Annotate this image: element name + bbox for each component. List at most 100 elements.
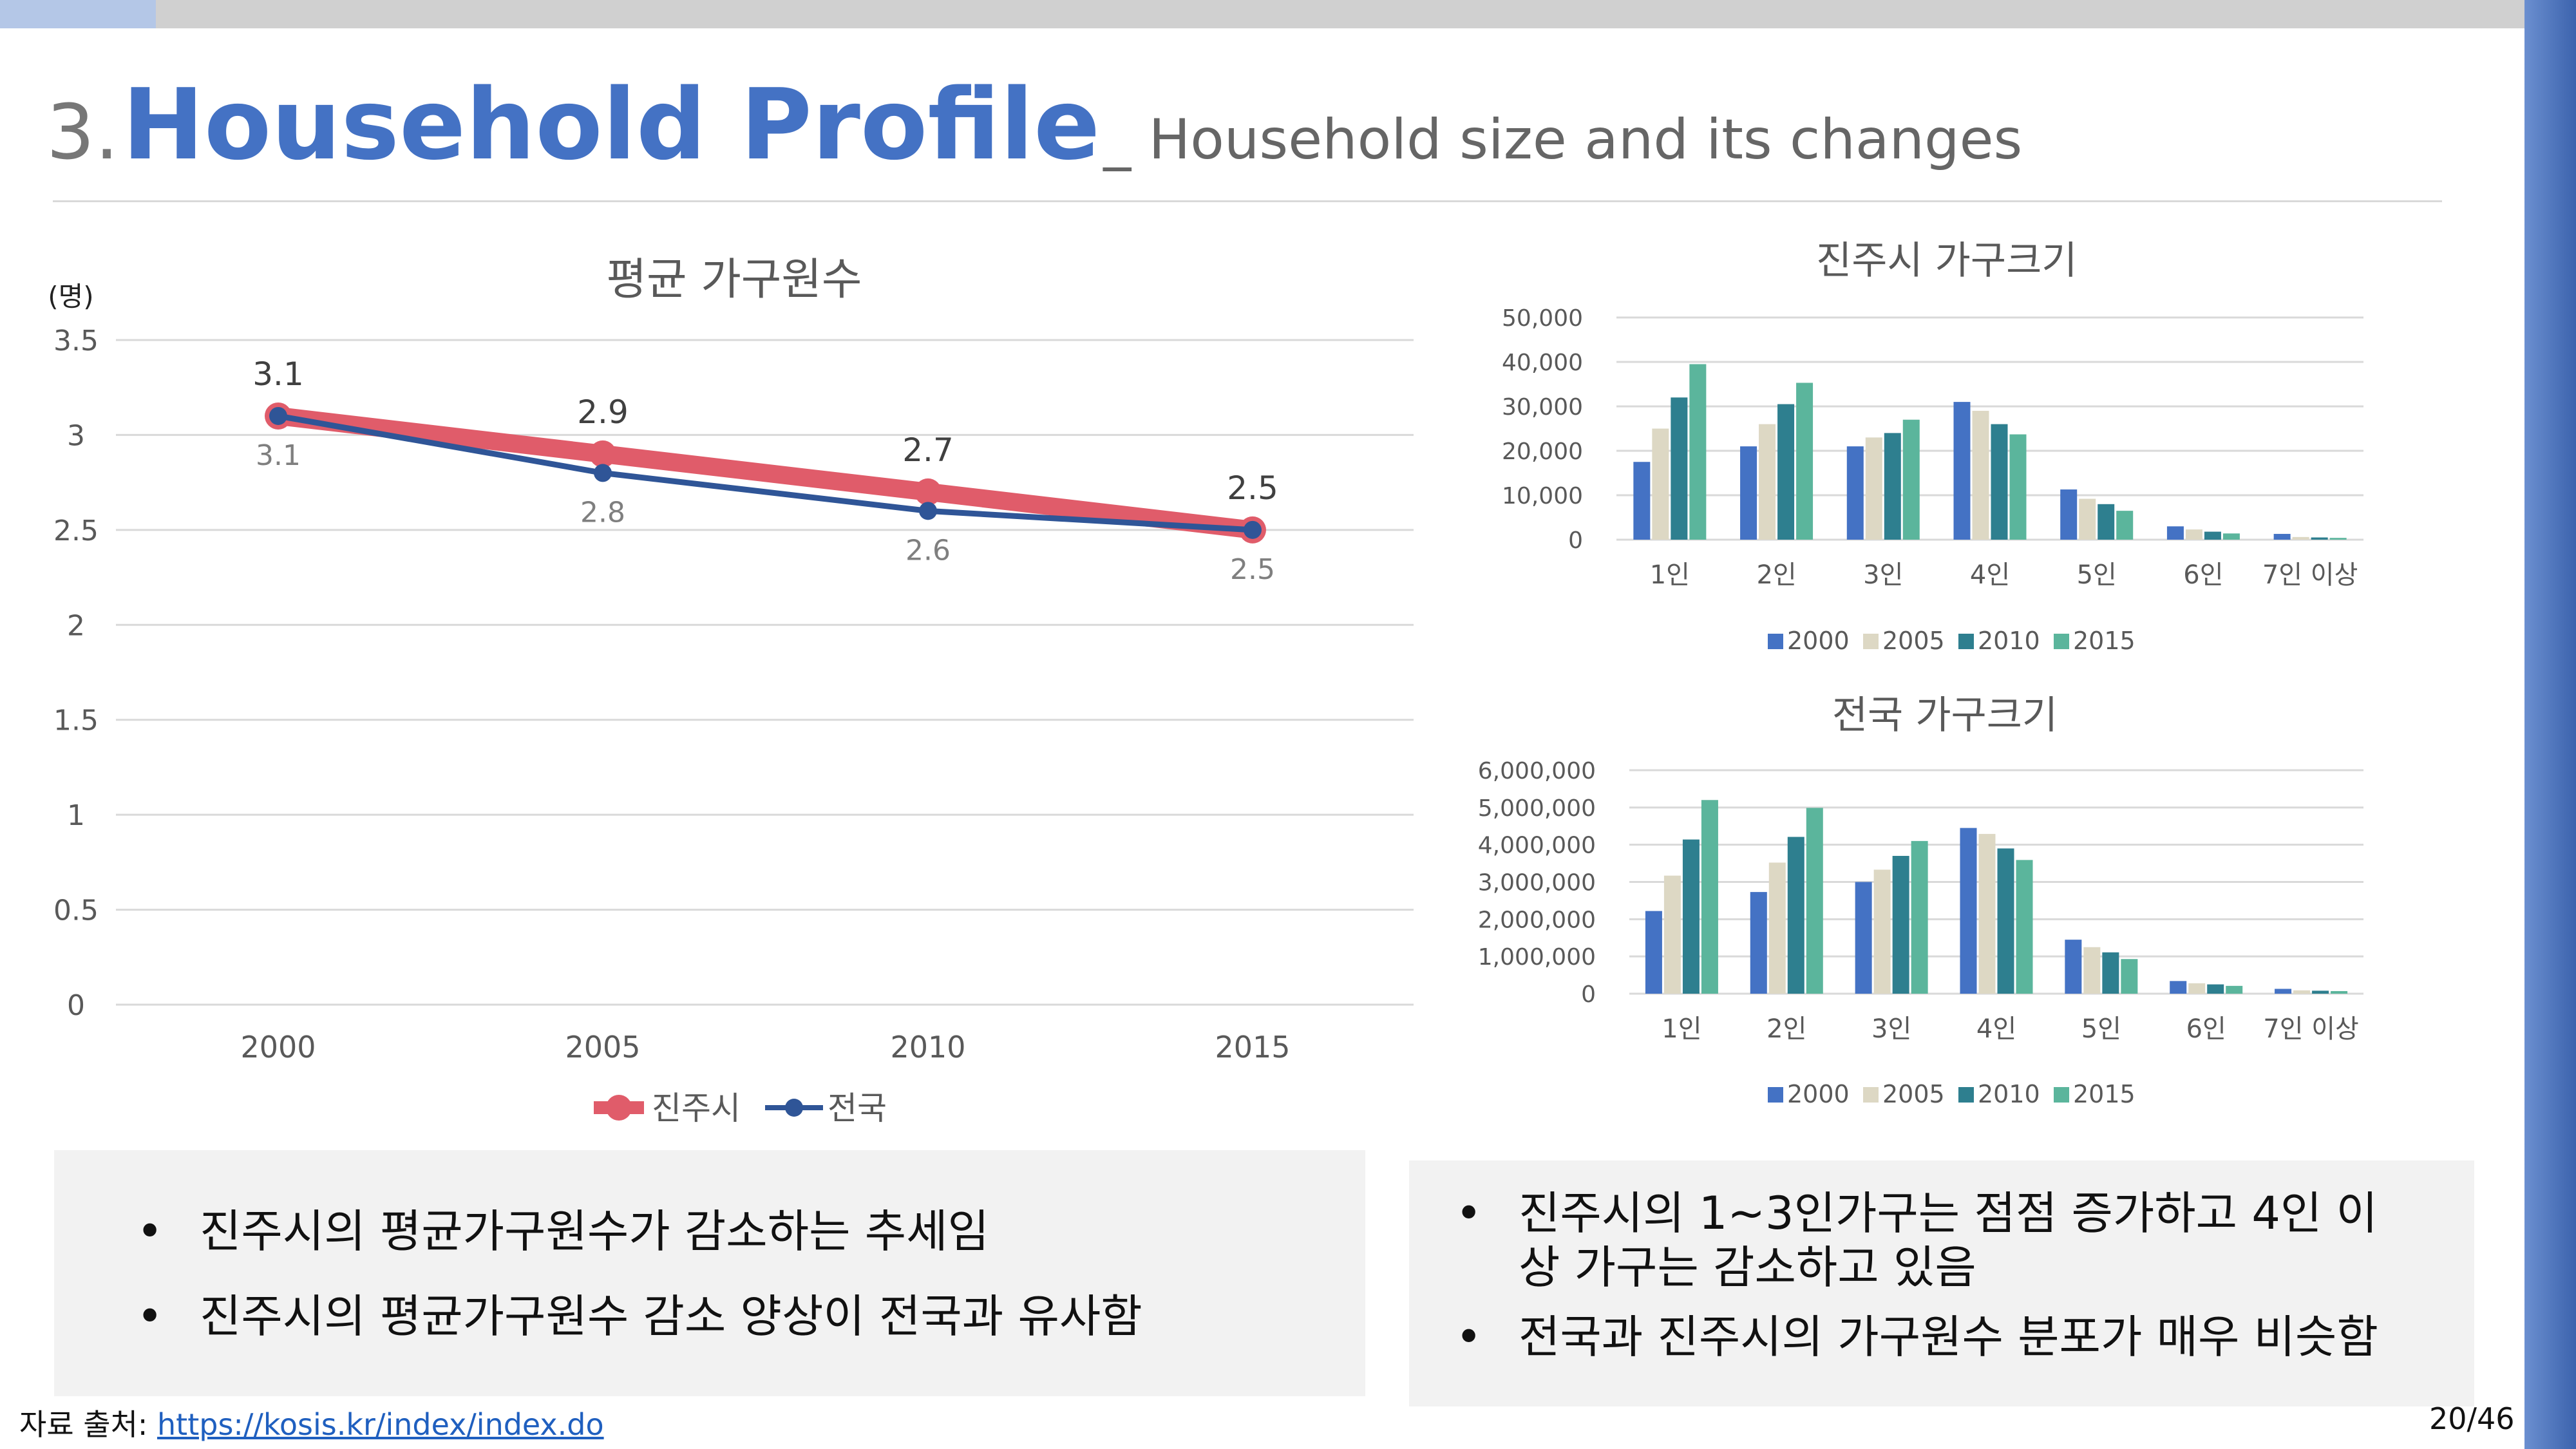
legend-swatch <box>785 1099 803 1117</box>
bar <box>1671 397 1688 540</box>
bar <box>2188 983 2206 994</box>
y-tick-label: 40,000 <box>1502 350 1583 376</box>
data-point <box>1244 520 1262 539</box>
data-label: 2.7 <box>902 431 954 469</box>
note-item: • 전국과 진주시의 가구원수 분포가 매우 비슷함 <box>1455 1311 2378 1363</box>
data-label: 2.5 <box>1227 469 1278 507</box>
legend-label: 2000 <box>1787 627 1850 655</box>
data-point <box>594 464 612 482</box>
data-point <box>919 502 937 520</box>
bar <box>1806 808 1823 994</box>
bar <box>1740 446 1757 540</box>
bullet: • <box>1455 1311 1482 1363</box>
notes-panel-right: • 진주시의 1~3인가구는 점점 증가하고 4인 이상 가구는 감소하고 있음… <box>1409 1160 2474 1406</box>
bar <box>1902 419 1920 540</box>
data-point <box>269 406 287 425</box>
note-item: • 진주시의 평균가구원수가 감소하는 추세임 <box>137 1205 989 1258</box>
bar <box>2098 504 2115 540</box>
bar <box>2060 489 2078 540</box>
y-tick-label: 10,000 <box>1502 483 1583 509</box>
bar <box>2331 990 2348 994</box>
bar <box>1911 840 1928 994</box>
legend-label: 2015 <box>2073 1080 2136 1108</box>
bar-chart-jinju: 0 10,000 20,000 30,000 40,000 50,000 1인 2인 3인 4인 5… <box>1502 305 2363 655</box>
bar <box>2185 529 2202 540</box>
bullet: • <box>137 1205 164 1258</box>
data-point <box>914 478 942 506</box>
bar <box>2293 990 2311 994</box>
source-label: 자료 출처: <box>19 1407 158 1442</box>
data-label: 2.5 <box>1230 553 1275 586</box>
bar <box>1953 402 1971 540</box>
x-tick-label: 2005 <box>565 1030 640 1065</box>
y-tick-label: 0 <box>1568 527 1583 554</box>
y-tick-label: 0.5 <box>53 895 99 927</box>
page-number: 20/46 <box>2429 1401 2515 1436</box>
legend-swatch <box>1958 634 1974 649</box>
section-number: 3. <box>46 88 119 176</box>
legend-swatch <box>2054 1087 2069 1103</box>
bar <box>1768 862 1786 994</box>
y-tick-label: 2,000,000 <box>1478 907 1596 933</box>
y-tick-label: 5,000,000 <box>1478 795 1596 822</box>
bar <box>1645 911 1662 994</box>
line-chart: (명) 0 0.5 1 1.5 2 2.5 3 3.5 2000 2005 2010 2015 3.1 2… <box>48 281 1414 1127</box>
bar <box>1777 404 1795 540</box>
legend-label: 2015 <box>2073 627 2136 655</box>
source-note: 자료 출처: https://kosis.kr/index/index.do <box>19 1401 604 1444</box>
bar <box>2102 952 2119 994</box>
bar <box>2329 538 2347 540</box>
y-tick-label: 3.5 <box>53 325 99 357</box>
x-tick-label: 4인 <box>1976 1014 2016 1044</box>
bar <box>1787 837 1804 994</box>
data-label: 3.1 <box>252 355 304 393</box>
data-label: 2.9 <box>577 393 629 431</box>
x-tick-label: 1인 <box>1662 1014 1701 1044</box>
bar <box>1884 433 1901 540</box>
bar <box>2170 981 2187 994</box>
data-label: 2.6 <box>905 534 951 567</box>
x-tick-label: 2인 <box>1756 560 1796 590</box>
bar <box>1846 446 1864 540</box>
x-tick-label: 1인 <box>1650 560 1690 590</box>
legend-label: 진주시 <box>652 1090 741 1127</box>
source-link[interactable]: https://kosis.kr/index/index.do <box>157 1407 604 1442</box>
bar <box>2273 534 2291 540</box>
legend-label: 2005 <box>1882 627 1945 655</box>
legend-swatch <box>606 1095 632 1121</box>
data-label: 2.8 <box>580 496 625 529</box>
x-tick-label: 2010 <box>890 1030 965 1065</box>
y-tick-label: 3,000,000 <box>1478 870 1596 896</box>
bar <box>1682 839 1700 994</box>
bar <box>1997 848 2014 994</box>
bar <box>2311 537 2328 540</box>
top-bar-accent <box>0 0 156 28</box>
legend-swatch <box>2054 634 2069 649</box>
title-divider <box>53 200 2442 202</box>
bar <box>2009 434 2027 540</box>
bar <box>1991 424 2008 540</box>
y-tick-label: 3 <box>67 419 85 452</box>
bar <box>1873 869 1891 994</box>
x-tick-label: 7인 이상 <box>2262 560 2358 590</box>
bar <box>1633 462 1651 540</box>
x-tick-label: 6인 <box>2186 1014 2226 1044</box>
title-subtitle: _ Household size and its changes <box>1103 108 2023 172</box>
legend-label: 2010 <box>1978 1080 2040 1108</box>
data-label: 3.1 <box>256 439 301 472</box>
legend-label: 2005 <box>1882 1080 1945 1108</box>
bar-chart-national: 0 1,000,000 2,000,000 3,000,000 4,000,000 5,0… <box>1478 758 2363 1108</box>
bar <box>2222 533 2240 540</box>
y-tick-label: 4,000,000 <box>1478 833 1596 859</box>
bar <box>1796 383 1814 540</box>
bar <box>1652 428 1669 540</box>
bar <box>1689 364 1707 540</box>
bar <box>1960 828 1977 994</box>
y-tick-label: 1 <box>67 799 85 832</box>
legend-swatch <box>1863 1087 1879 1103</box>
y-tick-label: 0 <box>1581 981 1596 1008</box>
note-item: • 진주시의 1~3인가구는 점점 증가하고 4인 이상 가구는 감소하고 있음 <box>1455 1187 2378 1294</box>
bullet: • <box>137 1290 164 1343</box>
y-tick-label: 30,000 <box>1502 394 1583 421</box>
y-axis-unit: (명) <box>48 281 93 312</box>
